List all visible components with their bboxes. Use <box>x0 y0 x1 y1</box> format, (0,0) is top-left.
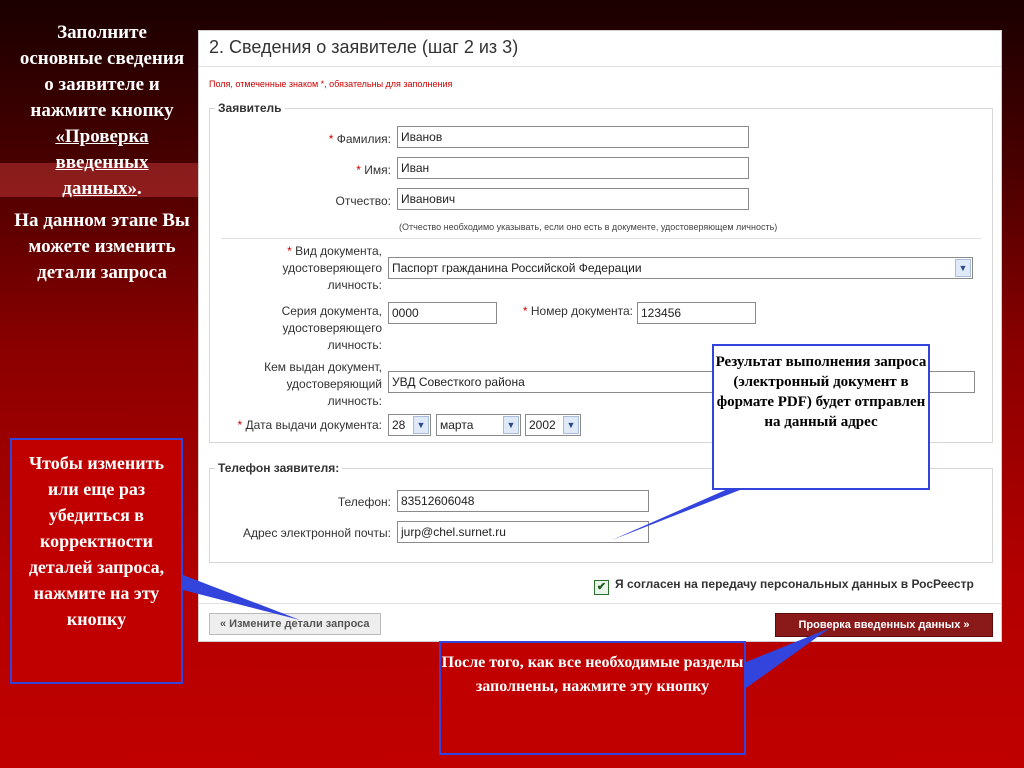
name-label: * Имя: <box>356 163 391 177</box>
callout-change-details: Чтобы изменить или еще раз убедиться в к… <box>10 438 183 684</box>
instruction-text: Заполните основные сведения о заявителе … <box>14 20 190 286</box>
issue-month-select[interactable]: марта ▼ <box>436 414 521 436</box>
chevron-down-icon: ▼ <box>563 416 579 434</box>
issue-month-value: марта <box>440 418 474 432</box>
instruction-period: . <box>137 178 142 199</box>
section-divider <box>221 238 981 239</box>
doc-series-label: Серия документа, удостоверяющего личност… <box>281 304 382 352</box>
required-mark: * <box>522 304 528 318</box>
form-title: 2. Сведения о заявителе (шаг 2 из 3) <box>209 37 519 57</box>
required-mark: * <box>328 132 334 146</box>
chevron-down-icon: ▼ <box>503 416 519 434</box>
callout-check-button: После того, как все необходимые разделы … <box>439 641 746 755</box>
doc-type-value: Паспорт гражданина Российской Федерации <box>392 261 642 275</box>
chevron-down-icon: ▼ <box>955 259 971 277</box>
surname-label: * Фамилия: <box>328 132 391 146</box>
patronymic-input[interactable]: Иванович <box>397 188 749 210</box>
issue-day-select[interactable]: 28 ▼ <box>388 414 431 436</box>
chevron-down-icon: ▼ <box>413 416 429 434</box>
footer-divider <box>199 603 1001 604</box>
phone-legend: Телефон заявителя: <box>218 461 340 475</box>
instruction-part2: На данном этапе Вы можете изменить детал… <box>14 210 190 283</box>
phone-input[interactable]: 83512606048 <box>397 490 649 512</box>
required-mark: * <box>287 244 292 258</box>
instruction-part1: Заполните основные сведения о заявителе … <box>19 22 185 121</box>
doc-type-select[interactable]: Паспорт гражданина Российской Федерации … <box>388 257 973 279</box>
doc-number-label: * Номер документа: <box>522 304 633 318</box>
applicant-legend: Заявитель <box>218 101 282 115</box>
consent-row[interactable]: ✔ Я согласен на передачу персональных дан… <box>594 577 974 595</box>
change-details-button[interactable]: « Измените детали запроса <box>209 613 381 635</box>
issue-year-value: 2002 <box>529 418 556 432</box>
title-divider <box>199 66 1001 67</box>
doc-number-input[interactable]: 123456 <box>637 302 756 324</box>
surname-input[interactable]: Иванов <box>397 126 749 148</box>
name-input[interactable]: Иван <box>397 157 749 179</box>
issue-date-label: * Дата выдачи документа: <box>237 418 382 432</box>
consent-label: Я согласен на передачу персональных данн… <box>615 577 974 591</box>
patronymic-hint: (Отчество необходимо указывать, если оно… <box>399 222 778 232</box>
email-input[interactable]: jurp@chel.surnet.ru <box>397 521 649 543</box>
applicant-form: 2. Сведения о заявителе (шаг 2 из 3) Пол… <box>198 30 1002 642</box>
issue-day-value: 28 <box>392 418 406 432</box>
required-mark: * <box>356 163 361 177</box>
doc-series-input[interactable]: 0000 <box>388 302 497 324</box>
instruction-button-name: «Проверка введенных данных» <box>55 126 149 199</box>
patronymic-label: Отчество: <box>335 194 392 208</box>
required-mark: * <box>237 418 243 432</box>
phone-label: Телефон: <box>337 495 391 509</box>
issue-year-select[interactable]: 2002 ▼ <box>525 414 581 436</box>
check-data-button[interactable]: Проверка введенных данных » <box>775 613 993 637</box>
issued-by-label: Кем выдан документ, удостоверяющий лично… <box>264 360 382 408</box>
email-label: Адрес электронной почты: <box>242 526 391 540</box>
required-note: Поля, отмеченные знаком *, обязательны д… <box>209 79 453 89</box>
callout-email-result: Результат выполнения запроса (электронны… <box>712 344 930 490</box>
doc-type-label: * Вид документа, удостоверяющего личност… <box>282 244 382 292</box>
check-icon[interactable]: ✔ <box>594 580 609 595</box>
